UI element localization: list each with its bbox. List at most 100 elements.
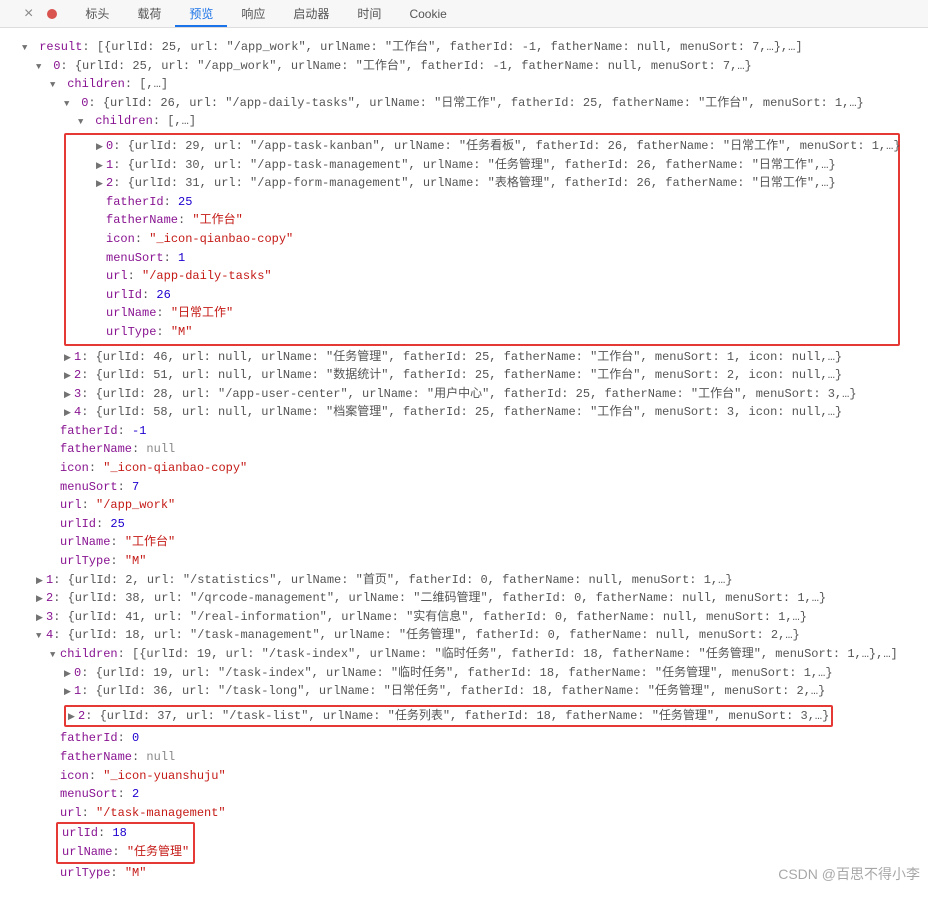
json-summary: [{urlId: 19, url: "/task-index", urlName… [132,647,898,661]
tree-row[interactable]: result: [{urlId: 25, url: "/app_work", u… [8,38,928,57]
json-value: "工作台" [125,535,175,549]
caret-down-icon[interactable] [78,112,88,131]
caret-right-icon[interactable] [36,608,46,627]
json-key: menuSort [60,787,118,801]
tree-row[interactable]: 0: {urlId: 25, url: "/app_work", urlName… [8,57,928,76]
json-summary: {urlId: 36, url: "/task-long", urlName: … [96,684,826,698]
tree-row[interactable]: urlId: 25 [8,515,928,534]
json-key: menuSort [60,480,118,494]
tree-row[interactable]: urlName: "工作台" [8,533,928,552]
tree-row[interactable]: 0: {urlId: 19, url: "/task-index", urlNa… [8,664,928,683]
tab-initiator[interactable]: 启动器 [279,1,343,26]
json-key: children [95,114,153,128]
caret-down-icon[interactable] [36,57,46,76]
caret-down-icon[interactable] [50,75,60,94]
caret-down-icon[interactable] [64,94,74,113]
tree-row[interactable]: fatherId: -1 [8,422,928,441]
caret-right-icon[interactable] [64,366,74,385]
tree-row[interactable]: fatherName: null [8,440,928,459]
tree-row[interactable]: menuSort: 1 [68,249,896,268]
caret-right-icon[interactable] [96,137,106,156]
tree-row[interactable]: url: "/app_work" [8,496,928,515]
caret-right-icon[interactable] [64,403,74,422]
json-value: 26 [156,288,170,302]
record-indicator-icon[interactable] [47,9,57,19]
json-key: urlType [106,325,156,339]
caret-right-icon[interactable] [64,348,74,367]
json-value: "_icon-qianbao-copy" [103,461,247,475]
caret-down-icon[interactable] [22,38,32,57]
caret-down-icon[interactable] [50,645,60,664]
tree-row[interactable]: 2: {urlId: 38, url: "/qrcode-management"… [8,589,928,608]
tree-row[interactable]: 2: {urlId: 51, url: null, urlName: "数据统计… [8,366,928,385]
json-key: url [106,269,128,283]
json-value: "M" [125,866,147,880]
tree-row[interactable]: 4: {urlId: 18, url: "/task-management", … [8,626,928,645]
tree-row[interactable]: icon: "_icon-qianbao-copy" [8,459,928,478]
json-summary: {urlId: 37, url: "/task-list", urlName: … [100,709,830,723]
tree-row[interactable]: url: "/app-daily-tasks" [68,267,896,286]
tab-preview[interactable]: 预览 [175,1,227,27]
tree-row[interactable]: 0: {urlId: 26, url: "/app-daily-tasks", … [8,94,928,113]
caret-right-icon[interactable] [68,707,78,726]
json-key: menuSort [106,251,164,265]
json-value: "任务管理" [127,845,189,859]
tree-row[interactable]: 2: {urlId: 31, url: "/app-form-managemen… [68,174,896,193]
highlight-box: urlId: 18 urlName: "任务管理" [56,822,195,863]
tree-row[interactable]: icon: "_icon-qianbao-copy" [68,230,896,249]
caret-right-icon[interactable] [64,682,74,701]
caret-right-icon[interactable] [96,174,106,193]
json-key: urlId [60,517,96,531]
json-value: "M" [171,325,193,339]
tree-row[interactable]: 4: {urlId: 58, url: null, urlName: "档案管理… [8,403,928,422]
json-key: icon [60,461,89,475]
tree-row[interactable]: 3: {urlId: 41, url: "/real-information",… [8,608,928,627]
tree-row[interactable]: fatherId: 25 [68,193,896,212]
tree-row[interactable]: children: [,…] [8,75,928,94]
json-value: 7 [132,480,139,494]
tab-payload[interactable]: 载荷 [123,1,175,26]
tab-response[interactable]: 响应 [227,1,279,26]
tree-row[interactable]: 0: {urlId: 29, url: "/app-task-kanban", … [68,137,896,156]
tree-row[interactable]: urlName: "日常工作" [68,304,896,323]
json-key: icon [60,769,89,783]
tab-timing[interactable]: 时间 [343,1,395,26]
tree-row[interactable]: urlId: 18 [62,824,189,843]
json-summary: {urlId: 46, url: null, urlName: "任务管理", … [96,350,843,364]
tree-row[interactable]: fatherName: null [8,748,928,767]
tree-row[interactable]: urlType: "M" [8,552,928,571]
json-summary: {urlId: 19, url: "/task-index", urlName:… [96,666,833,680]
json-key: fatherName [60,750,132,764]
tree-row[interactable]: children: [,…] [8,112,928,131]
caret-right-icon[interactable] [36,589,46,608]
json-value: -1 [132,424,146,438]
tree-row[interactable]: icon: "_icon-yuanshuju" [8,767,928,786]
tree-row[interactable]: fatherName: "工作台" [68,211,896,230]
tree-row[interactable]: 3: {urlId: 28, url: "/app-user-center", … [8,385,928,404]
close-icon[interactable]: × [24,5,33,23]
json-key: urlType [60,554,110,568]
tab-headers[interactable]: 标头 [71,1,123,26]
caret-down-icon[interactable] [36,626,46,645]
tree-row[interactable]: menuSort: 7 [8,478,928,497]
json-tree: result: [{urlId: 25, url: "/app_work", u… [0,28,928,892]
json-value: "/task-management" [96,806,226,820]
tree-row[interactable]: 1: {urlId: 46, url: null, urlName: "任务管理… [8,348,928,367]
tree-row[interactable]: url: "/task-management" [8,804,928,823]
json-summary: {urlId: 26, url: "/app-daily-tasks", url… [103,96,864,110]
tree-row[interactable]: 1: {urlId: 30, url: "/app-task-managemen… [68,156,896,175]
tree-row[interactable]: urlId: 26 [68,286,896,305]
caret-right-icon[interactable] [64,664,74,683]
tree-row[interactable]: 1: {urlId: 36, url: "/task-long", urlNam… [8,682,928,701]
caret-right-icon[interactable] [64,385,74,404]
caret-right-icon[interactable] [96,156,106,175]
tree-row[interactable]: urlType: "M" [68,323,896,342]
tree-row[interactable]: 1: {urlId: 2, url: "/statistics", urlNam… [8,571,928,590]
tree-row[interactable]: urlName: "任务管理" [62,843,189,862]
caret-right-icon[interactable] [36,571,46,590]
tree-row[interactable]: children: [{urlId: 19, url: "/task-index… [8,645,928,664]
tree-row[interactable]: menuSort: 2 [8,785,928,804]
json-key: urlName [62,845,112,859]
tree-row[interactable]: fatherId: 0 [8,729,928,748]
tab-cookie[interactable]: Cookie [395,3,460,25]
